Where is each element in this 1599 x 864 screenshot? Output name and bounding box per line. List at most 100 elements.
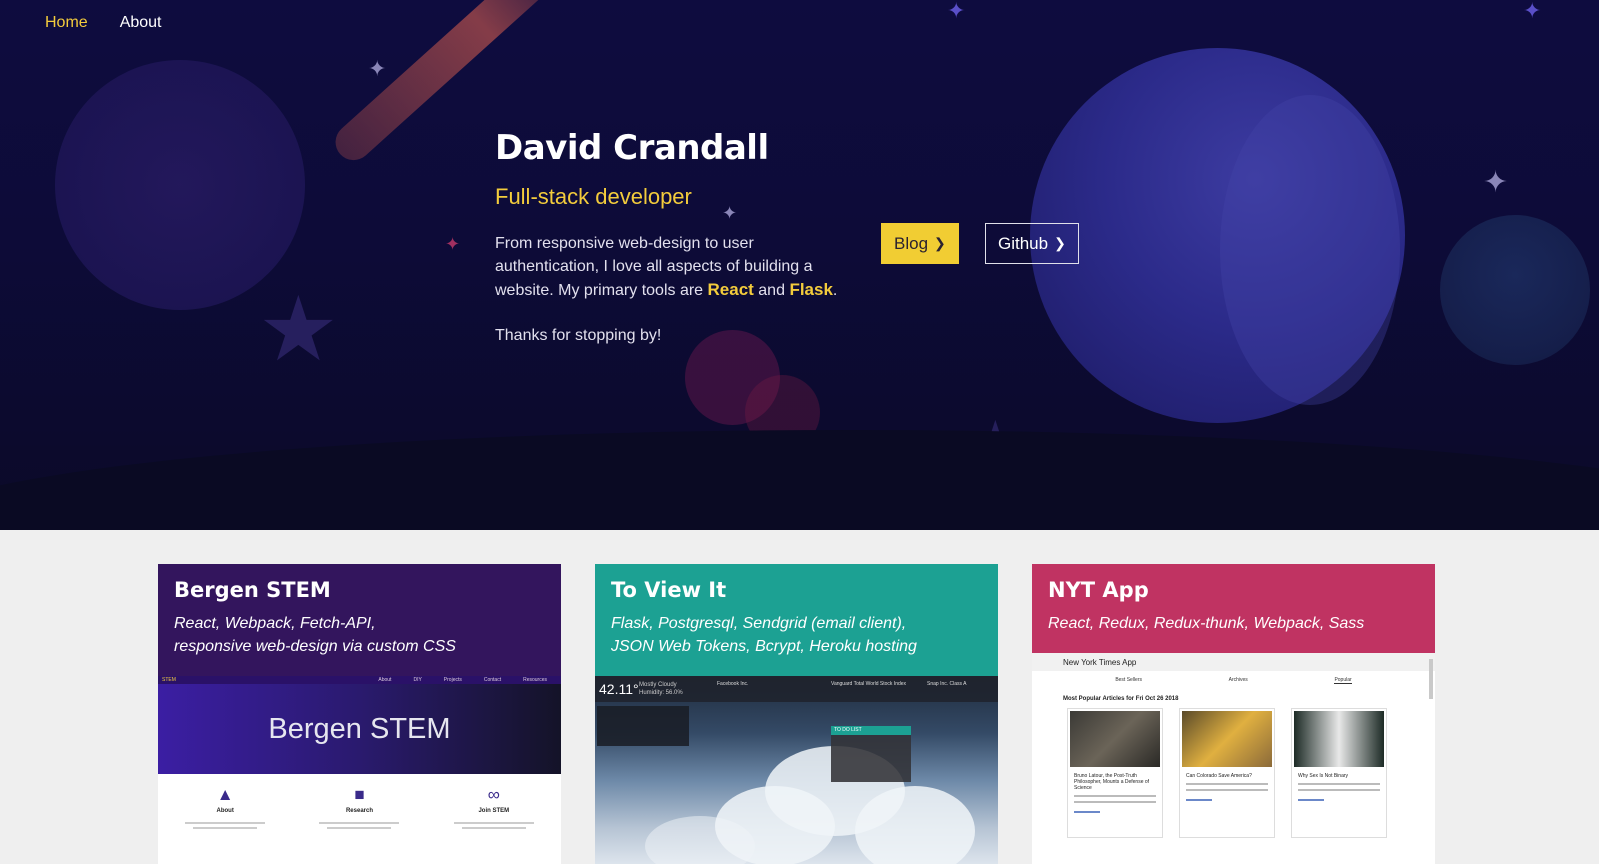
preview-humidity-text: Humidity: 56.0% [639, 690, 683, 696]
preview-menu-item: Contact [483, 677, 502, 683]
planet-decoration [1030, 48, 1405, 423]
preview-weather-text: Mostly Cloudy [639, 682, 677, 688]
project-cards: Bergen STEM React, Webpack, Fetch-API, r… [158, 564, 1435, 864]
comet-streak-decoration [0, 319, 2, 525]
sparkle-icon: ✦ [445, 234, 461, 254]
blog-button-label: Blog [894, 233, 929, 253]
page-title: David Crandall [495, 128, 769, 168]
sparkle-icon: ✦ [947, 0, 966, 23]
preview-menu-item: Projects [443, 677, 462, 683]
tool-flask: Flask [789, 280, 833, 299]
preview-panel [597, 706, 689, 746]
article-image [1070, 711, 1160, 767]
project-tech-line: React, Webpack, Fetch-API, [174, 615, 376, 632]
preview-ticker: Snap Inc. Class A [927, 681, 967, 687]
project-title: To View It [611, 578, 727, 602]
preview-menu-item: About [378, 677, 392, 683]
preview-article: Bruno Latour, the Post-Truth Philosopher… [1067, 708, 1163, 838]
preview-navbar: STEM About DIY Projects Contact Resource… [158, 676, 561, 684]
star-icon: ★ [955, 405, 1036, 505]
preview-features: ▲ About ■ Research ∞ Join STEM [158, 774, 561, 829]
role-subtitle: Full-stack developer [495, 184, 692, 209]
github-button-label: Github [998, 233, 1049, 253]
preview-article: Can Colorado Save America? [1179, 708, 1275, 838]
project-tech: Flask, Postgresql, Sendgrid (email clien… [611, 612, 982, 658]
and-word: and [758, 282, 785, 299]
preview-feature: ▲ About [175, 786, 275, 829]
preview-logo: STEM [162, 677, 176, 683]
preview-feature-label: Join STEM [478, 808, 510, 814]
project-card-to-view-it[interactable]: To View It Flask, Postgresql, Sendgrid (… [595, 564, 998, 864]
project-tech: React, Redux, Redux-thunk, Webpack, Sass [1048, 612, 1419, 635]
graduation-cap-icon: ▲ [216, 785, 234, 804]
project-tech-line: responsive web-design via custom CSS [174, 638, 456, 655]
planet-decoration [55, 60, 305, 310]
preview-temperature: 42.11° [599, 681, 639, 697]
infinity-icon: ∞ [487, 785, 500, 804]
project-card-nyt-app[interactable]: NYT App React, Redux, Redux-thunk, Webpa… [1032, 564, 1435, 864]
sparkle-icon: ✦ [1483, 166, 1509, 199]
project-card-header: NYT App React, Redux, Redux-thunk, Webpa… [1032, 564, 1435, 653]
preview-tab: Best Sellers [1115, 677, 1142, 683]
preview-feature: ■ Research [309, 786, 409, 829]
preview-ticker: Vanguard Total World Stock Index [831, 681, 907, 687]
sparkle-icon: ✦ [1523, 0, 1542, 23]
hero-section: ★ ★ ✦ ✦ ✦ ✦ ✦ ✦ ✦ ✦ ✦ Home About David C… [0, 0, 1599, 530]
project-title: Bergen STEM [174, 578, 331, 602]
preview-articles: Bruno Latour, the Post-Truth Philosopher… [1032, 702, 1435, 838]
preview-ticker: Facebook Inc. [717, 681, 749, 687]
article-title: Bruno Latour, the Post-Truth Philosopher… [1074, 773, 1150, 791]
preview-app-title: New York Times App [1032, 653, 1435, 671]
preview-tab: Popular [1334, 677, 1352, 684]
book-icon: ■ [354, 785, 365, 804]
article-image [1294, 711, 1384, 767]
preview-banner: Bergen STEM [158, 684, 561, 774]
project-tech-line: JSON Web Tokens, Bcrypt, Heroku hosting [611, 638, 917, 655]
preview-feature-label: About [216, 808, 234, 814]
sparkle-icon: ✦ [793, 457, 810, 479]
preview-todo-list: TO DO LIST [831, 726, 911, 782]
chevron-right-icon: ❯ [934, 235, 946, 251]
preview-menu-item: DIY [413, 677, 422, 683]
preview-tab: Archives [1228, 677, 1248, 683]
sparkle-icon: ✦ [1340, 447, 1357, 469]
sparkle-icon: ✦ [368, 56, 387, 81]
project-preview-image: STEM About DIY Projects Contact Resource… [158, 676, 561, 864]
article-image [1182, 711, 1272, 767]
planet-decoration [1220, 95, 1400, 405]
project-preview-image: 42.11° Mostly Cloudy Humidity: 56.0% Fac… [595, 676, 998, 864]
preview-heading: Most Popular Articles for Fri Oct 26 201… [1063, 696, 1179, 702]
project-title: NYT App [1048, 578, 1149, 602]
preview-feature-label: Research [345, 808, 373, 814]
star-icon: ★ [258, 280, 339, 380]
intro-paragraph: From responsive web-design to user authe… [495, 232, 855, 302]
blog-button[interactable]: Blog ❯ [881, 223, 959, 264]
preview-tabs: Best Sellers Archives Popular [1032, 671, 1435, 684]
project-card-header: To View It Flask, Postgresql, Sendgrid (… [595, 564, 998, 676]
project-card-bergen-stem[interactable]: Bergen STEM React, Webpack, Fetch-API, r… [158, 564, 561, 864]
hero-bottom-wave [0, 430, 1599, 530]
top-nav: Home About [45, 14, 162, 32]
project-tech-line: Flask, Postgresql, Sendgrid (email clien… [611, 615, 907, 632]
chevron-right-icon: ❯ [1054, 235, 1066, 251]
article-title: Why Sex Is Not Binary [1298, 773, 1349, 779]
nav-link-about[interactable]: About [120, 14, 162, 32]
project-preview-image: New York Times App Best Sellers Archives… [1032, 653, 1435, 864]
preview-feature: ∞ Join STEM [444, 786, 544, 829]
project-tech: React, Webpack, Fetch-API, responsive we… [174, 612, 545, 658]
period: . [832, 282, 838, 299]
planet-decoration [1440, 215, 1590, 365]
project-tech-line: React, Redux, Redux-thunk, Webpack, Sass [1048, 615, 1365, 632]
github-button[interactable]: Github ❯ [985, 223, 1079, 264]
bubble-decoration [745, 375, 820, 450]
preview-article: Why Sex Is Not Binary [1291, 708, 1387, 838]
nav-link-home[interactable]: Home [45, 14, 88, 32]
thanks-text: Thanks for stopping by! [495, 327, 662, 344]
sparkle-icon: ✦ [423, 443, 447, 474]
preview-todo-title: TO DO LIST [831, 726, 911, 735]
preview-menu-item: Resources [523, 677, 547, 683]
preview-weather: Mostly Cloudy Humidity: 56.0% [639, 681, 683, 697]
intro-block: David Crandall Full-stack developer From… [495, 128, 855, 347]
article-title: Can Colorado Save America? [1186, 773, 1252, 779]
project-card-header: Bergen STEM React, Webpack, Fetch-API, r… [158, 564, 561, 676]
